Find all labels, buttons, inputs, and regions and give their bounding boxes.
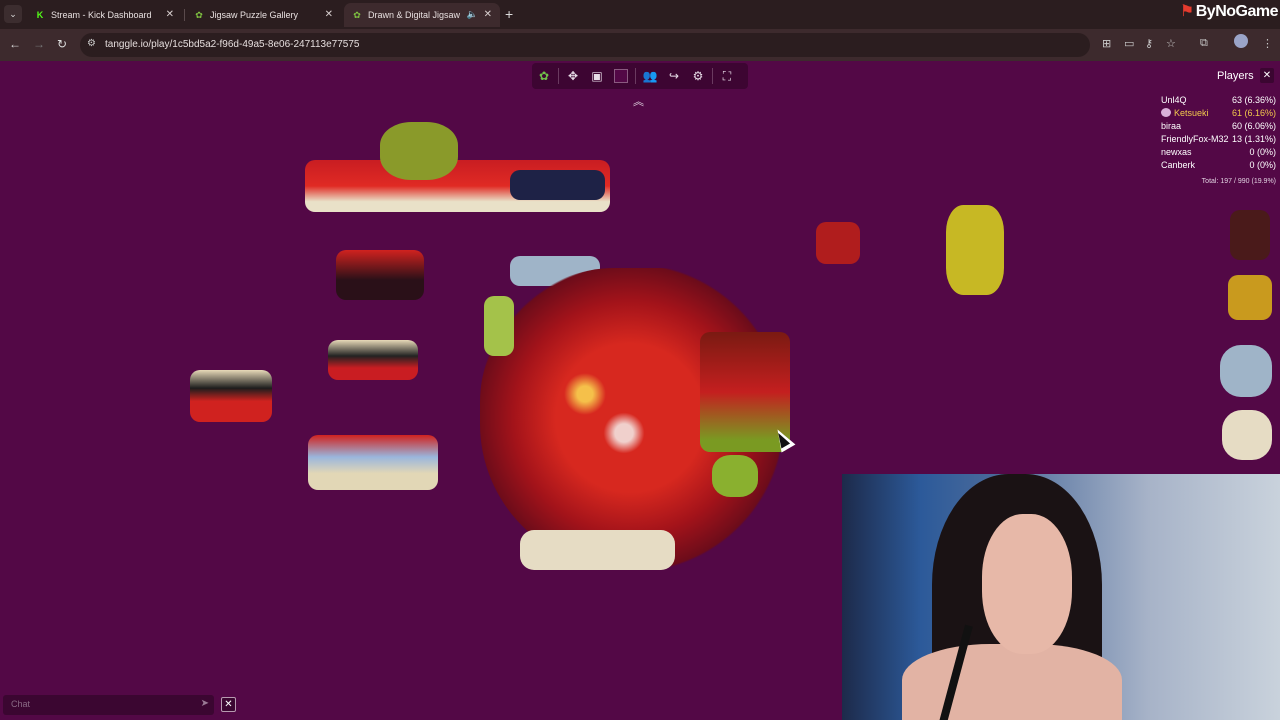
close-tab-icon[interactable]: ✕: [166, 9, 174, 20]
streamer-body: [902, 644, 1122, 720]
collapse-toolbar-icon[interactable]: ︽: [633, 93, 644, 109]
tab-jigsaw-gallery[interactable]: ✿ Jigsaw Puzzle Gallery ✕: [186, 3, 341, 27]
toolbar-separator: [635, 68, 636, 84]
back-icon[interactable]: ←: [9, 37, 21, 51]
puzzle-piece-group[interactable]: [336, 250, 424, 300]
close-chat-icon[interactable]: ✕: [221, 697, 236, 712]
close-tab-icon[interactable]: ✕: [484, 9, 492, 20]
browser-tab-bar: ⌄ K Stream - Kick Dashboard ✕ ✿ Jigsaw P…: [0, 0, 1280, 29]
player-row-self: Ketsueki 61 (6.16%): [1161, 108, 1276, 121]
fullscreen-icon[interactable]: ⛶: [715, 65, 739, 87]
webcam-overlay: [842, 474, 1280, 720]
players-title: Players: [1217, 70, 1254, 82]
site-info-icon[interactable]: ⚙: [87, 38, 99, 50]
close-players-icon[interactable]: ✕: [1260, 68, 1274, 83]
tab-kick-dashboard[interactable]: K Stream - Kick Dashboard ✕: [27, 3, 182, 27]
puzzle-piece[interactable]: [1220, 345, 1272, 397]
settings-gear-icon[interactable]: ⚙: [686, 65, 710, 87]
forward-icon[interactable]: →: [33, 37, 45, 51]
player-row: Canberk 0 (0%): [1161, 160, 1276, 170]
puzzle-piece[interactable]: [1230, 210, 1270, 260]
url-text: tanggle.io/play/1c5bd5a2-f96d-49a5-8e06-…: [105, 39, 360, 50]
players-panel-header: Players ✕: [1180, 68, 1276, 86]
streamer-face: [982, 514, 1072, 654]
extensions-icon[interactable]: ⧉: [1200, 37, 1208, 50]
bookmark-star-icon[interactable]: ☆: [1166, 37, 1176, 50]
puzzle-piece[interactable]: [816, 222, 860, 264]
tab-drawn-digital-jigsaw[interactable]: ✿ Drawn & Digital Jigsaw 🔈 ✕: [344, 3, 500, 27]
players-icon[interactable]: 👥: [638, 65, 662, 87]
preview-image-icon[interactable]: ▣: [585, 65, 609, 87]
puzzle-toolbar: ✿ ✥ ▣ 👥 ↪ ⚙ ⛶: [532, 63, 748, 89]
translate-icon[interactable]: ⊞: [1102, 37, 1111, 50]
share-icon[interactable]: ↪: [662, 65, 686, 87]
close-tab-icon[interactable]: ✕: [325, 9, 333, 20]
background-color-button[interactable]: [609, 65, 633, 87]
chat-box[interactable]: Chat ➤: [3, 695, 214, 715]
puzzle-piece-group[interactable]: [308, 435, 438, 490]
more-menu-icon[interactable]: ⋮: [1262, 37, 1273, 50]
speaker-icon[interactable]: 🔈: [467, 9, 478, 20]
send-icon[interactable]: ➤: [201, 698, 209, 709]
toolbar-separator: [712, 68, 713, 84]
flame-icon: ⚑: [1179, 3, 1194, 20]
puzzle-piece-group[interactable]: [380, 122, 458, 180]
puzzle-piece[interactable]: [712, 455, 758, 497]
new-tab-icon[interactable]: +: [505, 6, 513, 22]
tanggle-icon: ✿: [353, 10, 361, 20]
tanggle-icon: ✿: [195, 10, 203, 20]
brand-watermark: ⚑ ByNoGame: [1179, 3, 1279, 20]
puzzle-piece-group[interactable]: [510, 170, 605, 200]
puzzle-piece[interactable]: [1222, 410, 1272, 460]
puzzle-piece[interactable]: [484, 296, 514, 356]
address-bar[interactable]: ⚙ tanggle.io/play/1c5bd5a2-f96d-49a5-8e0…: [80, 33, 1090, 57]
tab-separator: [184, 9, 185, 21]
puzzle-piece[interactable]: [946, 205, 1004, 295]
cast-icon[interactable]: ▭: [1124, 37, 1134, 50]
player-row: newxas 0 (0%): [1161, 147, 1276, 157]
players-total: Total: 197 / 990 (19.9%): [1201, 178, 1276, 185]
chat-placeholder: Chat: [11, 699, 31, 709]
toolbar-separator: [558, 68, 559, 84]
puzzle-piece-group[interactable]: [190, 370, 272, 422]
puzzle-piece-icon[interactable]: ✥: [561, 65, 585, 87]
tanggle-logo-icon[interactable]: ✿: [532, 65, 556, 87]
kick-icon: K: [36, 10, 44, 20]
tab-search-icon[interactable]: ⌄: [4, 5, 22, 23]
player-row: FriendlyFox-M32 13 (1.31%): [1161, 134, 1276, 144]
puzzle-piece-group[interactable]: [328, 340, 418, 380]
profile-avatar[interactable]: [1234, 34, 1248, 48]
puzzle-piece-group[interactable]: [520, 530, 675, 570]
avatar-icon: [1161, 108, 1171, 117]
background-swatch: [614, 69, 628, 83]
reload-icon[interactable]: ↻: [57, 37, 67, 51]
password-key-icon[interactable]: ⚷: [1145, 37, 1153, 50]
player-row: biraa 60 (6.06%): [1161, 121, 1276, 131]
puzzle-piece[interactable]: [1228, 275, 1272, 320]
player-row: Unl4Q 63 (6.36%): [1161, 95, 1276, 105]
browser-toolbar: ← → ↻ ⚙ tanggle.io/play/1c5bd5a2-f96d-49…: [0, 29, 1280, 61]
